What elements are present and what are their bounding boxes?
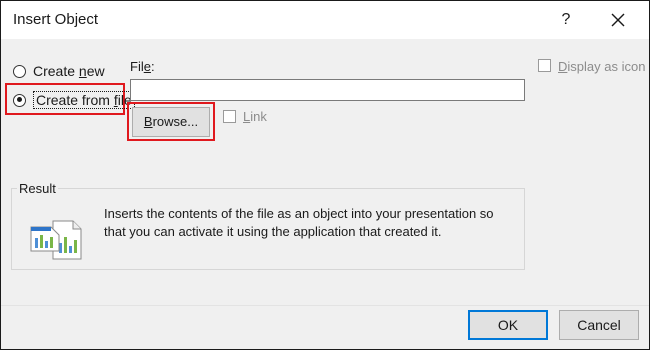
- link-label: Link: [243, 109, 267, 124]
- create-from-file-radio[interactable]: [13, 93, 26, 107]
- insert-object-dialog: Insert Object ? Create new Create from f…: [0, 0, 650, 350]
- help-button[interactable]: ?: [551, 5, 581, 35]
- browse-button[interactable]: Browse...: [132, 107, 210, 137]
- link-checkbox[interactable]: [223, 110, 236, 123]
- display-as-icon-label: Display as icon: [558, 59, 646, 74]
- cancel-button[interactable]: Cancel: [559, 310, 639, 340]
- footer-divider: [1, 305, 649, 306]
- create-new-label: Create new: [33, 63, 105, 79]
- create-from-file-label: Create from file: [33, 91, 135, 109]
- create-new-radio[interactable]: [13, 64, 26, 78]
- ok-button[interactable]: OK: [468, 310, 548, 340]
- file-label: File:: [130, 59, 155, 74]
- create-from-file-option[interactable]: Create from file: [13, 91, 135, 109]
- file-path-input[interactable]: [130, 79, 525, 101]
- display-as-icon-checkbox[interactable]: [538, 59, 551, 72]
- chart-document-icon: [30, 220, 82, 260]
- close-icon: [611, 13, 625, 27]
- create-new-option[interactable]: Create new: [13, 63, 105, 79]
- result-legend: Result: [17, 181, 58, 196]
- close-button[interactable]: [601, 5, 635, 35]
- help-icon: ?: [561, 11, 571, 28]
- dialog-title: Insert Object: [13, 11, 99, 28]
- title-bar: Insert Object ?: [1, 1, 649, 39]
- result-description: Inserts the contents of the file as an o…: [104, 206, 494, 239]
